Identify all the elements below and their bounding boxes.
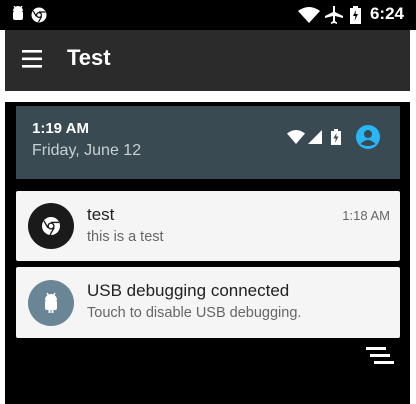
quick-settings-header[interactable]: 1:19 AM Friday, June 12	[16, 106, 400, 179]
notification-title: USB debugging connected	[87, 281, 290, 300]
chrome-icon	[28, 203, 74, 249]
battery-charging-icon	[331, 129, 341, 145]
notification-card[interactable]: USB debugging connected Touch to disable…	[16, 267, 400, 338]
header-date[interactable]: Friday, June 12	[32, 142, 141, 160]
cell-signal-icon	[308, 130, 322, 144]
header-clock[interactable]: 1:19 AM	[32, 120, 89, 137]
android-icon	[13, 6, 23, 20]
notification-time: 1:18 AM	[342, 208, 390, 223]
battery-charging-icon	[350, 6, 361, 24]
chrome-icon	[31, 7, 47, 23]
notification-title: test	[87, 205, 115, 224]
notification-text: Touch to disable USB debugging.	[87, 305, 302, 321]
status-time: 6:24	[369, 4, 404, 23]
clear-all-icon[interactable]	[366, 345, 396, 369]
user-account-icon[interactable]	[356, 125, 380, 149]
app-bar: Test	[5, 30, 410, 91]
hamburger-menu-icon[interactable]	[22, 49, 48, 69]
wifi-icon	[298, 7, 320, 23]
status-bar: 6:24	[0, 0, 416, 30]
notification-text: this is a test	[87, 229, 164, 245]
notification-card[interactable]: test this is a test 1:18 AM	[16, 191, 400, 261]
wifi-icon	[287, 130, 305, 144]
app-title: Test	[67, 45, 111, 70]
android-icon	[28, 280, 74, 326]
airplane-mode-icon	[325, 6, 343, 24]
